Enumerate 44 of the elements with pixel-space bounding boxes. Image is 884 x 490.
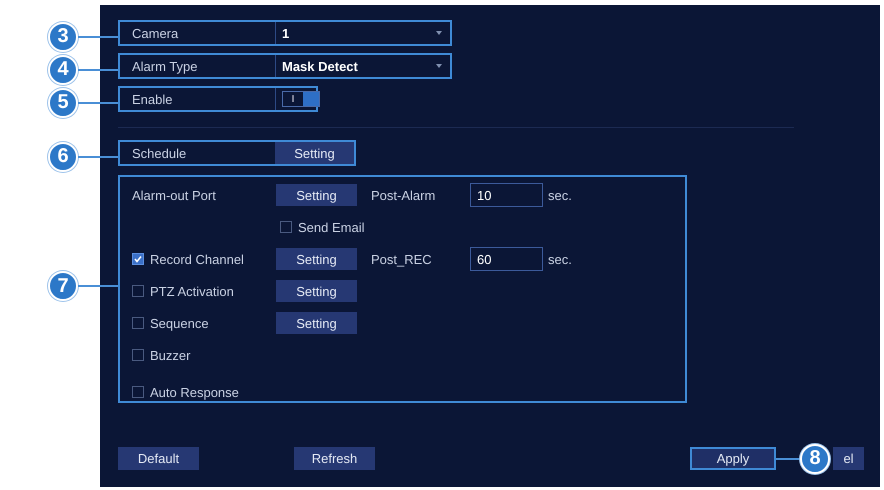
unit-label: sec. [547,188,573,202]
number-field[interactable]: 60 [470,247,543,271]
action-button[interactable]: Refresh [294,447,375,470]
callout-number: 6 [48,142,78,172]
field-label: Enable [132,92,172,106]
option-label: PTZ Activation [150,284,234,298]
option-label: Buzzer [150,348,190,362]
number-field[interactable]: 10 [470,183,543,207]
toggle-switch[interactable]: I [282,91,320,107]
callout-number: 8 [800,444,830,474]
option-label: Record Channel [150,252,244,266]
caret-icon [436,64,442,68]
callout-number: 4 [48,54,78,84]
callout-number: 3 [48,22,78,52]
caret-icon [436,31,442,35]
dropdown[interactable]: Mask Detect [275,55,450,77]
field-label: Post-Alarm [370,188,436,202]
option-label: Send Email [298,220,364,234]
callout-number: 7 [48,271,78,301]
schedule-field[interactable]: Schedule Setting [118,140,356,166]
unit-label: sec. [547,252,573,266]
checkbox[interactable] [132,253,144,265]
field-label: Alarm Type [132,60,198,72]
checkbox[interactable] [132,349,144,361]
checkbox[interactable] [132,386,144,398]
callout-number: 5 [48,88,78,118]
option-label: Alarm-out Port [132,188,216,202]
action-button[interactable]: Default [118,447,199,470]
field-label: Camera [132,26,178,40]
option-label: Auto Response [150,384,239,400]
checkbox[interactable] [280,221,292,233]
setting-button[interactable]: Setting [276,312,357,334]
setting-button[interactable]: Setting [276,248,357,270]
dropdown[interactable]: 1 [275,22,450,44]
setting-button[interactable]: Setting [276,280,357,302]
checkbox[interactable] [132,285,144,297]
action-button[interactable]: el [833,447,864,470]
option-label: Sequence [150,316,209,330]
setting-button[interactable]: Setting [275,142,354,164]
action-button[interactable]: Apply [690,447,776,470]
field-label: Post_REC [370,252,433,266]
checkbox[interactable] [132,317,144,329]
field-label: Schedule [132,146,186,160]
setting-button[interactable]: Setting [276,184,357,206]
